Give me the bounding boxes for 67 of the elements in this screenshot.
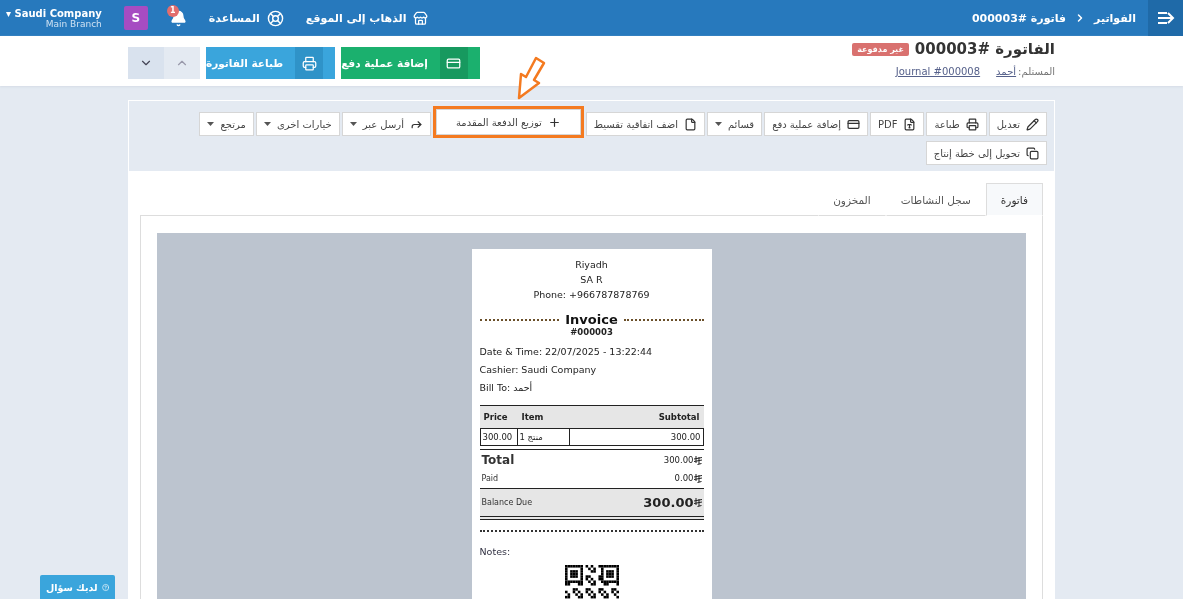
status-badge: غير مدفوعة — [852, 42, 909, 56]
toolbar-button[interactable]: PDF — [869, 112, 925, 136]
price-header: Price — [479, 405, 518, 429]
toolbar-button[interactable]: اضف اتفاقية تقسيط — [585, 112, 705, 136]
caret-icon — [207, 122, 215, 126]
site-link[interactable]: الذهاب إلى الموقع — [305, 10, 429, 26]
subtotal-header: Subtotal — [569, 405, 704, 429]
recipient-label: المستلم: — [1018, 66, 1055, 77]
toolbar-button[interactable]: خيارات اخرى — [255, 112, 340, 136]
card-icon — [846, 117, 860, 131]
menu-button[interactable] — [1148, 0, 1183, 36]
toolbar-button[interactable]: طباعة — [926, 112, 987, 136]
riyal-icon — [693, 473, 702, 483]
help-icon — [266, 9, 284, 27]
invoice-number: #000003 — [569, 327, 614, 337]
info-line: Bill To: أحمد — [479, 380, 534, 395]
info-line: Date & Time: 22/07/2025 - 13:22:44 — [479, 345, 653, 359]
subtotal-value: 300.00 — [569, 429, 704, 446]
caret-icon — [714, 122, 722, 126]
next-button[interactable] — [128, 47, 164, 79]
total-value: 300.00 — [663, 455, 702, 465]
store-icon — [413, 10, 429, 26]
item-header: Item — [517, 405, 570, 429]
total-label: Total — [481, 453, 515, 467]
notes-label: Notes: — [479, 546, 512, 557]
toolbar-button[interactable]: مرتجع — [199, 112, 254, 136]
caret-icon — [349, 122, 357, 126]
branch-name: Main Branch — [45, 18, 102, 29]
address-line: Phone: +966787878769 — [532, 288, 651, 302]
item-name: منتج 1 — [517, 429, 570, 446]
toolbar-button[interactable]: إضافة عملية دفع — [764, 112, 868, 136]
caret-icon — [263, 122, 271, 126]
printer-icon — [965, 117, 979, 131]
total-value: 300.00 — [643, 495, 702, 510]
file-icon — [683, 117, 697, 131]
info-line: Cashier: Saudi Company — [479, 363, 598, 377]
user-avatar[interactable]: S — [123, 6, 148, 30]
recipient-link[interactable]: أحمد — [996, 66, 1017, 77]
breadcrumb-link[interactable]: الفواتير — [1094, 11, 1136, 25]
total-label: Balance Due — [481, 498, 533, 507]
toolbar-button[interactable]: تحويل إلى خطة إنتاج — [925, 141, 1047, 165]
previous-button[interactable] — [164, 47, 200, 79]
notification-count: 1 — [166, 4, 179, 17]
invoice-title: الفاتورة #000003 — [914, 40, 1055, 58]
toolbar-button[interactable]: تعديل — [988, 112, 1047, 136]
tab[interactable]: فاتورة — [985, 183, 1043, 216]
company-name[interactable]: ▾ Saudi Company — [6, 7, 102, 19]
toolbar-button[interactable]: أرسل عبر — [341, 112, 431, 136]
journal-link[interactable]: Journal #000008 — [895, 66, 981, 77]
receipt-title: Invoice — [565, 312, 618, 327]
riyal-icon — [693, 455, 702, 465]
toolbar-button[interactable]: توزيع الدفعة المقدمة — [432, 106, 584, 138]
toolbar-button[interactable]: قسائم — [706, 112, 763, 136]
card-icon — [446, 55, 462, 71]
question-icon — [101, 581, 109, 593]
breadcrumb-link[interactable]: فاتورة #000003 — [971, 11, 1067, 25]
menu-arrow-icon — [1156, 11, 1175, 25]
address-line: Riyadh — [574, 258, 609, 272]
address-line: SA R — [579, 273, 604, 287]
printer-icon — [301, 55, 317, 71]
plus-icon — [547, 115, 561, 129]
help-link[interactable]: المساعدة — [208, 9, 284, 27]
price-value: 300.00 — [479, 429, 518, 446]
pencil-icon — [1026, 117, 1039, 131]
copy-icon — [1026, 146, 1039, 160]
total-value: 0.00 — [674, 473, 702, 483]
total-label: Paid — [481, 473, 499, 483]
